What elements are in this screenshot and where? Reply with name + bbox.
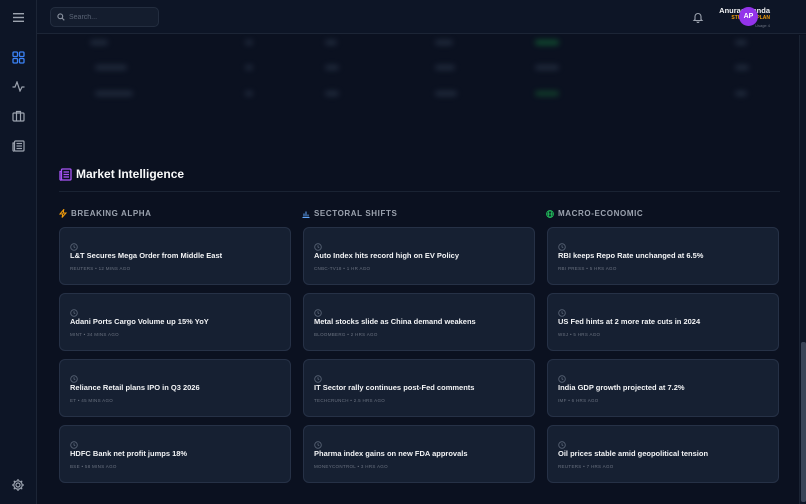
news-card-title: L&T Secures Mega Order from Middle East (70, 251, 223, 260)
news-card-title: Pharma index gains on new FDA approvals (314, 449, 468, 458)
news-card[interactable]: Oil prices stable amid geopolitical tens… (547, 425, 779, 483)
news-card[interactable]: Pharma index gains on new FDA approvals M… (303, 425, 535, 483)
news-card[interactable]: India GDP growth projected at 7.2% IMF • … (547, 359, 779, 417)
news-card-title: Metal stocks slide as China demand weake… (314, 317, 476, 326)
search-icon (57, 13, 65, 21)
news-card-meta: CNBC-TV18 • 1 HR AGO (314, 266, 370, 271)
gear-icon (12, 479, 24, 491)
news-card[interactable]: IT Sector rally continues post-Fed comme… (303, 359, 535, 417)
news-card[interactable]: US Fed hints at 2 more rate cuts in 2024… (547, 293, 779, 351)
newspaper-icon (12, 139, 25, 152)
news-card-meta: REUTERS • 12 MINS AGO (70, 266, 130, 271)
news-card-title: India GDP growth projected at 7.2% (558, 383, 685, 392)
news-card-meta: WSJ • 5 HRS AGO (558, 332, 600, 337)
news-card[interactable]: RBI keeps Repo Rate unchanged at 6.5% RBI… (547, 227, 779, 285)
news-source: MINT (70, 332, 83, 337)
usage-label: Usage 4 (755, 23, 770, 28)
sidebar (0, 0, 37, 504)
column-heading-sectoral-shifts: SECTORAL SHIFTS (302, 209, 397, 218)
news-source: BLOOMBERG (314, 332, 346, 337)
section-divider (59, 191, 780, 192)
nav-portfolio[interactable] (8, 105, 29, 126)
news-card-meta: IMF • 6 HRS AGO (558, 398, 599, 403)
news-card-title: Adani Ports Cargo Volume up 15% YoY (70, 317, 209, 326)
news-time: 3 HRS AGO (360, 464, 388, 469)
news-time: 5 HRS AGO (573, 332, 601, 337)
news-time: 7 HRS AGO (586, 464, 614, 469)
globe-icon (546, 209, 554, 218)
section-title: Market Intelligence (76, 167, 185, 181)
column-heading-label: MACRO-ECONOMIC (558, 209, 644, 218)
news-card[interactable]: Adani Ports Cargo Volume up 15% YoY MINT … (59, 293, 291, 351)
avatar[interactable]: AP (739, 7, 758, 26)
news-time: 34 MINS AGO (87, 332, 119, 337)
column-heading-label: BREAKING ALPHA (71, 209, 152, 218)
news-card[interactable]: Metal stocks slide as China demand weake… (303, 293, 535, 351)
news-source: TECHCRUNCH (314, 398, 349, 403)
news-card-title: Reliance Retail plans IPO in Q3 2026 (70, 383, 200, 392)
news-source: RBI PRESS (558, 266, 585, 271)
column-heading-breaking-alpha: BREAKING ALPHA (59, 209, 152, 218)
news-time: 58 MINS AGO (84, 464, 117, 469)
news-card-meta: BLOOMBERG • 2 HRS AGO (314, 332, 378, 337)
news-time: 45 MINS AGO (81, 398, 114, 403)
news-card-title: US Fed hints at 2 more rate cuts in 2024 (558, 317, 701, 326)
nav-activity[interactable] (8, 76, 29, 97)
hamburger-icon (13, 13, 24, 22)
nav-dashboard[interactable] (8, 47, 29, 68)
scrollbar-thumb[interactable] (801, 342, 806, 502)
news-card-title: HDFC Bank net profit jumps 18% (70, 449, 188, 458)
news-time: 5 HRS AGO (589, 266, 617, 271)
search-input[interactable] (69, 8, 157, 26)
news-source: REUTERS (70, 266, 94, 271)
news-time: 6 HRS AGO (571, 398, 599, 403)
top-bar: Anurag Panda STUDENT PLAN Usage 4 (37, 0, 806, 34)
news-source: MONEYCONTROL (314, 464, 356, 469)
news-card-meta: MINT • 34 MINS AGO (70, 332, 119, 337)
news-card[interactable]: Reliance Retail plans IPO in Q3 2026 ET •… (59, 359, 291, 417)
news-card[interactable]: L&T Secures Mega Order from Middle East R… (59, 227, 291, 285)
bar-chart-icon (302, 211, 310, 218)
briefcase-icon (12, 110, 25, 122)
news-card-title: Auto Index hits record high on EV Policy (314, 251, 460, 260)
news-source: IMF (558, 398, 567, 403)
bolt-icon (59, 209, 67, 218)
scrollbar-track[interactable] (799, 35, 806, 504)
news-time: 12 MINS AGO (98, 266, 131, 271)
news-card[interactable]: HDFC Bank net profit jumps 18% BSE • 58 M… (59, 425, 291, 483)
search-box (50, 7, 159, 27)
activity-pulse-icon (12, 81, 25, 92)
menu-toggle-button[interactable] (8, 7, 29, 28)
news-card-meta: MONEYCONTROL • 3 HRS AGO (314, 464, 388, 469)
column-heading-macro-economic: MACRO-ECONOMIC (546, 209, 643, 218)
news-source: CNBC-TV18 (314, 266, 342, 271)
notifications-button[interactable] (692, 10, 704, 28)
news-card-title: Oil prices stable amid geopolitical tens… (558, 449, 709, 458)
news-time: 2.5 HRS AGO (353, 398, 386, 403)
news-card-meta: RBI PRESS • 5 HRS AGO (558, 266, 617, 271)
dashboard-grid-icon (12, 51, 25, 64)
news-card-meta: TECHCRUNCH • 2.5 HRS AGO (314, 398, 385, 403)
blurred-table-remnant (60, 35, 780, 107)
news-source: BSE (70, 464, 80, 469)
news-source: REUTERS (558, 464, 582, 469)
news-card-title: RBI keeps Repo Rate unchanged at 6.5% (558, 251, 704, 260)
news-card-title: IT Sector rally continues post-Fed comme… (314, 383, 475, 392)
news-card-meta: BSE • 58 MINS AGO (70, 464, 117, 469)
news-card-meta: REUTERS • 7 HRS AGO (558, 464, 614, 469)
news-time: 1 HR AGO (346, 266, 371, 271)
newspaper-section-icon (59, 168, 72, 181)
news-card[interactable]: Auto Index hits record high on EV Policy… (303, 227, 535, 285)
column-heading-label: SECTORAL SHIFTS (314, 209, 398, 218)
news-time: 2 HRS AGO (350, 332, 378, 337)
news-card-meta: ET • 45 MINS AGO (70, 398, 113, 403)
news-source: WSJ (558, 332, 569, 337)
settings-button[interactable] (11, 478, 25, 497)
bell-icon (692, 13, 704, 24)
nav-news[interactable] (8, 135, 29, 156)
